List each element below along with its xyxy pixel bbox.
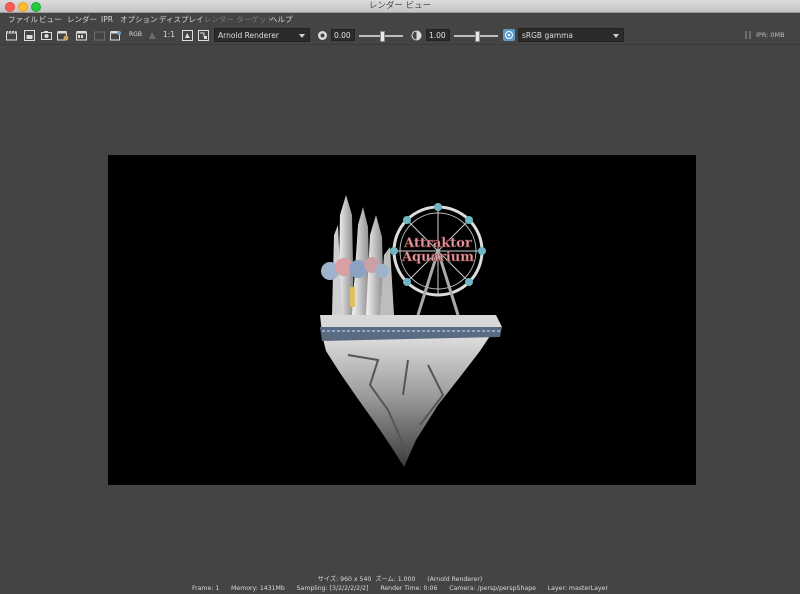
colorspace-value: sRGB gamma bbox=[522, 31, 574, 40]
render-stats-info: Frame: 1 Memory: 1431Mb Sampling: [3/2/2… bbox=[191, 585, 609, 592]
ipr-memory-label: IPR: 0MB bbox=[756, 31, 785, 39]
menu-bar: ファイル ビュー レンダー IPR オプション ディスプレイ レンダー ターゲッ… bbox=[0, 13, 800, 26]
renderer-value: Arnold Renderer bbox=[218, 31, 279, 40]
ipr-icon[interactable] bbox=[93, 29, 105, 41]
ipr-pause-icon[interactable] bbox=[742, 29, 754, 41]
render-viewport[interactable]: Attraktor Aquarium bbox=[0, 45, 800, 571]
title-bar: レンダー ビュー bbox=[0, 0, 800, 13]
gamma-reset-icon[interactable] bbox=[410, 29, 422, 41]
window-title: レンダー ビュー bbox=[368, 1, 432, 11]
render-region-icon[interactable] bbox=[23, 29, 35, 41]
display-channel-icon[interactable] bbox=[146, 29, 158, 41]
sign-line-1: Attraktor bbox=[403, 236, 472, 251]
menu-render-target[interactable]: レンダー ターゲット bbox=[204, 13, 274, 26]
sign-line-2: Aquarium bbox=[401, 250, 474, 265]
redo-render-icon[interactable] bbox=[5, 29, 17, 41]
snapshot-icon[interactable] bbox=[40, 29, 52, 41]
real-size-button[interactable]: 1:1 bbox=[163, 29, 175, 41]
rgb-channel-label[interactable]: RGB bbox=[129, 29, 142, 41]
figure bbox=[350, 287, 355, 307]
exposure-slider-handle[interactable] bbox=[379, 31, 385, 42]
renderer-dropdown[interactable]: Arnold Renderer bbox=[214, 28, 310, 42]
menu-help[interactable]: ヘルプ bbox=[270, 13, 293, 26]
keep-image-icon[interactable] bbox=[110, 29, 122, 41]
color-management-icon[interactable] bbox=[503, 29, 515, 41]
menu-options[interactable]: オプション bbox=[120, 13, 158, 26]
menu-view[interactable]: ビュー bbox=[39, 13, 62, 26]
frame-all-icon[interactable] bbox=[181, 29, 193, 41]
frame-region-icon[interactable] bbox=[197, 29, 209, 41]
exposure-field[interactable]: 0.00 bbox=[331, 29, 355, 41]
render-image: Attraktor Aquarium bbox=[108, 155, 696, 485]
chevron-down-icon bbox=[299, 34, 305, 38]
render-sequence-icon[interactable] bbox=[75, 29, 87, 41]
exposure-reset-icon[interactable] bbox=[316, 29, 328, 41]
chevron-down-icon bbox=[613, 34, 619, 38]
menu-ipr[interactable]: IPR bbox=[101, 13, 113, 26]
menu-file[interactable]: ファイル bbox=[8, 13, 38, 26]
colorspace-dropdown[interactable]: sRGB gamma bbox=[518, 28, 624, 42]
gamma-field[interactable]: 1.00 bbox=[426, 29, 450, 41]
gamma-slider-handle[interactable] bbox=[474, 31, 480, 42]
render-settings-icon[interactable] bbox=[57, 29, 69, 41]
render-size-info: サイズ: 960 x 540 ズーム: 1.000 (Arnold Render… bbox=[317, 576, 483, 583]
menu-display[interactable]: ディスプレイ bbox=[159, 13, 203, 26]
floating-island-render: Attraktor Aquarium bbox=[320, 195, 502, 467]
toolbar: RGB 1:1 Arnold Renderer 0.00 1.00 sRGB g… bbox=[0, 26, 800, 45]
menu-render[interactable]: レンダー bbox=[67, 13, 97, 26]
island-rock bbox=[320, 327, 496, 467]
